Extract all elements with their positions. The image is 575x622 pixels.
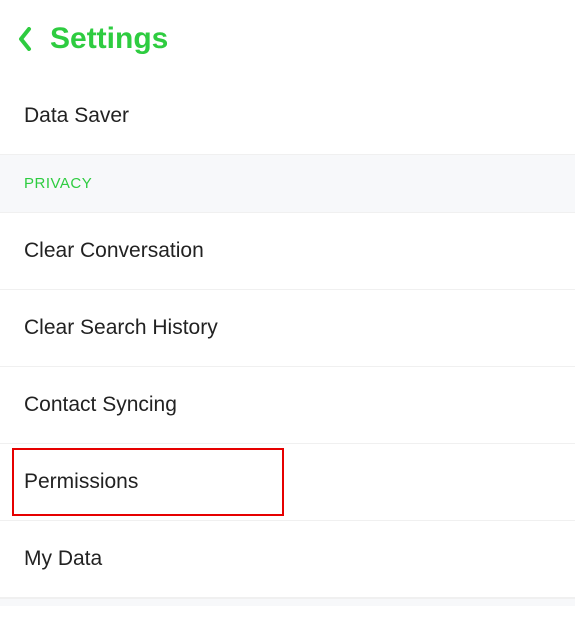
- header-bar: Settings: [0, 0, 575, 78]
- settings-item-label: Permissions: [24, 470, 138, 493]
- settings-item-data-saver[interactable]: Data Saver: [0, 78, 575, 155]
- page-title: Settings: [50, 22, 168, 56]
- settings-item-contact-syncing[interactable]: Contact Syncing: [0, 367, 575, 444]
- settings-item-clear-conversation[interactable]: Clear Conversation: [0, 213, 575, 290]
- settings-item-label: My Data: [24, 547, 102, 570]
- settings-item-label: Clear Search History: [24, 316, 218, 339]
- section-gap: [0, 598, 575, 606]
- section-header-label: PRIVACY: [24, 175, 92, 192]
- settings-item-my-data[interactable]: My Data: [0, 521, 575, 598]
- settings-item-label: Data Saver: [24, 104, 129, 127]
- settings-item-label: Contact Syncing: [24, 393, 177, 416]
- section-header-privacy: PRIVACY: [0, 155, 575, 213]
- back-icon[interactable]: [18, 27, 32, 51]
- settings-item-permissions[interactable]: Permissions: [0, 444, 575, 521]
- settings-item-clear-search-history[interactable]: Clear Search History: [0, 290, 575, 367]
- settings-item-label: Clear Conversation: [24, 239, 204, 262]
